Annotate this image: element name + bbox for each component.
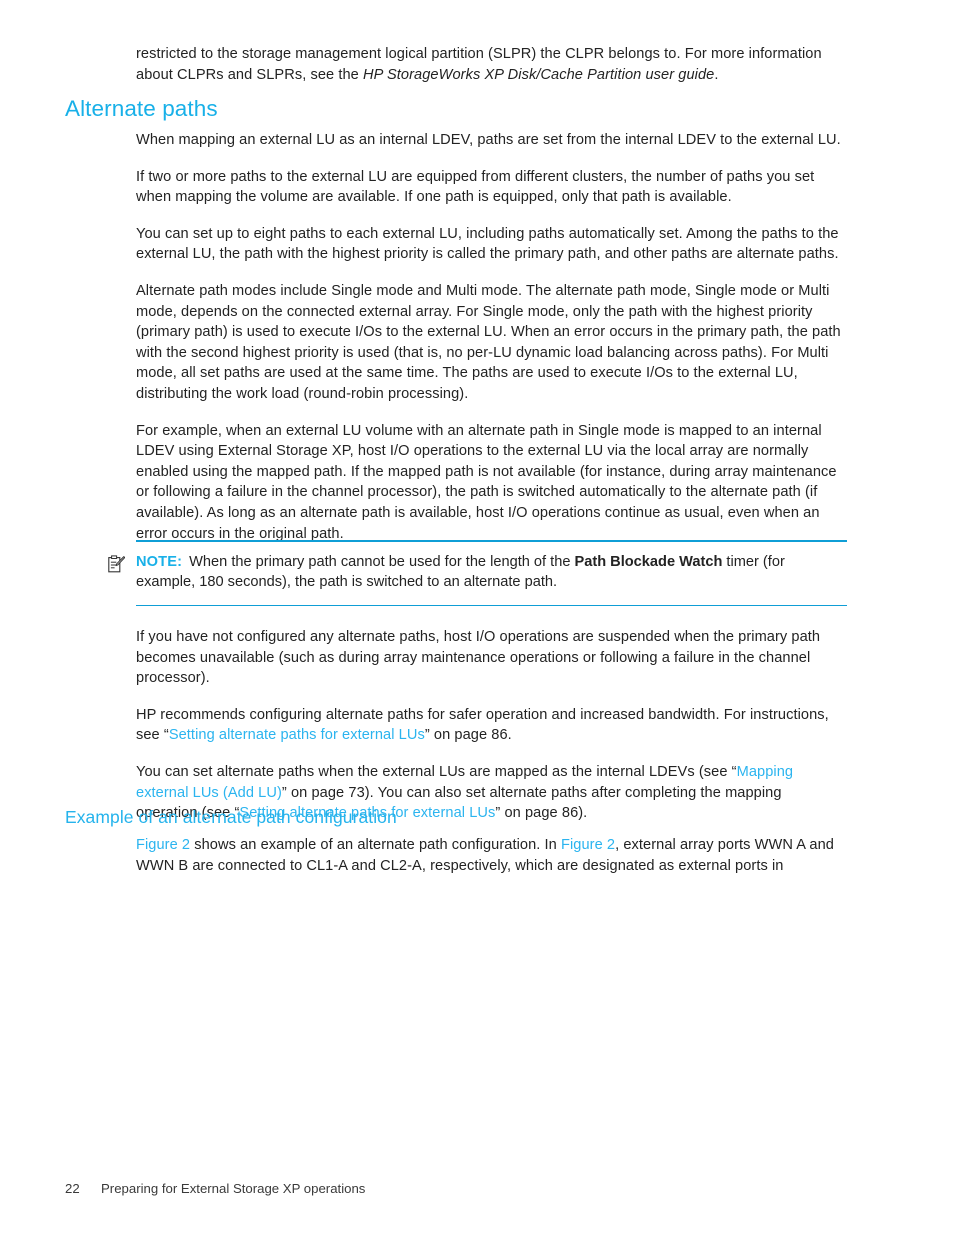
paragraph-5: For example, when an external LU volume … xyxy=(136,422,837,542)
p7-text-2: ” on page 86. xyxy=(424,727,512,744)
paragraph-7: HP recommends configuring alternate path… xyxy=(136,705,846,746)
note-text-before-bold: When the primary path cannot be used for… xyxy=(189,553,575,570)
note-text: NOTE: When the primary path cannot be use… xyxy=(136,552,847,593)
paragraph-6: If you have not configured any alternate… xyxy=(136,629,821,687)
note-admonition: NOTE: When the primary path cannot be use… xyxy=(108,540,847,607)
heading-alternate-paths: Alternate paths xyxy=(65,96,218,121)
note-content: NOTE: When the primary path cannot be use… xyxy=(108,542,847,605)
paragraph-2: If two or more paths to the external LU … xyxy=(136,168,815,206)
note-bold-term: Path Blockade Watch xyxy=(574,553,723,570)
p8-text-1: You can set alternate paths when the ext… xyxy=(136,763,737,780)
document-page: restricted to the storage management log… xyxy=(0,0,954,1235)
heading-example-alternate-path-configuration: Example of an alternate path configurati… xyxy=(65,807,397,827)
top-paragraph-italic-title: HP StorageWorks XP Disk/Cache Partition … xyxy=(362,66,715,83)
top-paragraph-block: restricted to the storage management log… xyxy=(136,44,846,85)
link-setting-alternate-paths-1[interactable]: Setting alternate paths for external LUs xyxy=(169,727,425,743)
link-figure-2-first[interactable]: Figure 2 xyxy=(136,837,190,853)
paragraph-continuation: restricted to the storage management log… xyxy=(136,44,846,85)
footer-chapter-title: Preparing for External Storage XP operat… xyxy=(101,1181,366,1196)
p8-text-3: ” on page 86). xyxy=(495,805,588,822)
paragraph-9: Figure 2 shows an example of an alternat… xyxy=(136,835,846,876)
footer-page-number: 22 xyxy=(65,1181,80,1196)
note-pencil-icon xyxy=(108,554,126,573)
p9-text-1: shows an example of an alternate path co… xyxy=(190,837,561,853)
link-figure-2-second[interactable]: Figure 2 xyxy=(561,837,615,853)
paragraph-1: When mapping an external LU as an intern… xyxy=(136,132,841,148)
paragraph-4: Alternate path modes include Single mode… xyxy=(136,282,841,402)
main-body-block: When mapping an external LU as an intern… xyxy=(136,130,846,544)
page-footer: 22 Preparing for External Storage XP oper… xyxy=(65,1180,365,1197)
final-paragraph-block: Figure 2 shows an example of an alternat… xyxy=(136,835,846,876)
top-paragraph-tail: . xyxy=(714,66,719,83)
note-rule-bottom xyxy=(136,604,847,607)
note-label: NOTE: xyxy=(136,553,183,570)
post-note-block: If you have not configured any alternate… xyxy=(136,627,846,824)
paragraph-3: You can set up to eight paths to each ex… xyxy=(136,225,839,263)
